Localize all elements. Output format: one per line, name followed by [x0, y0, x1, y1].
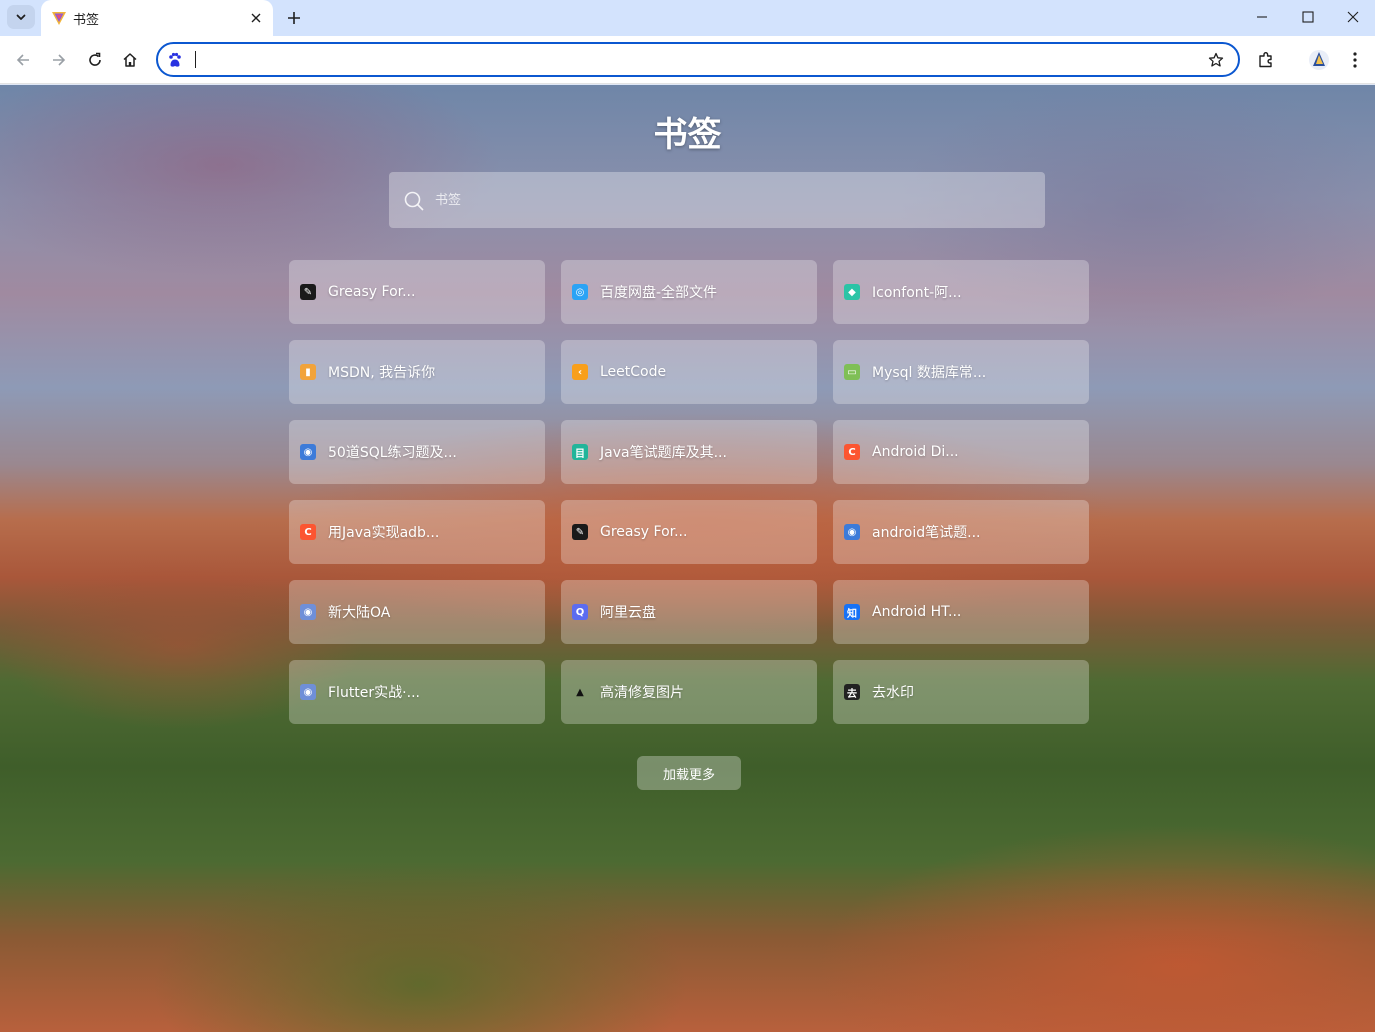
leetcode-icon: ‹	[572, 364, 588, 380]
bookmark-card[interactable]: ◉ 新大陆OA	[289, 580, 545, 644]
browser-toolbar	[0, 36, 1375, 84]
new-tab-button[interactable]	[282, 6, 306, 30]
menu-button[interactable]	[1342, 47, 1368, 73]
maximize-icon	[1302, 11, 1314, 23]
bookmark-card[interactable]: ✎ Greasy For...	[561, 500, 817, 564]
greasy-fork-icon: ✎	[300, 284, 316, 300]
bookmark-label: android笔试题...	[872, 525, 981, 541]
bookmark-label: Android HT...	[872, 604, 962, 620]
minimize-icon	[1257, 16, 1267, 18]
bookmark-card[interactable]: 目 Java笔试题库及其...	[561, 420, 817, 484]
bookmark-label: Iconfont-阿...	[872, 285, 962, 301]
bookmark-card[interactable]: ▮ MSDN, 我告诉你	[289, 340, 545, 404]
bookmark-label: 50道SQL练习题及...	[328, 445, 457, 461]
bookmark-card[interactable]: ‹ LeetCode	[561, 340, 817, 404]
bookmark-label: MSDN, 我告诉你	[328, 365, 436, 381]
close-window-button[interactable]	[1330, 0, 1375, 34]
more-vertical-icon	[1353, 52, 1357, 68]
greasy-fork-icon: ✎	[572, 524, 588, 540]
reload-button[interactable]	[82, 47, 108, 73]
bookmark-grid: ✎ Greasy For... ◎ 百度网盘-全部文件 ◆ Iconfont-阿... ▮ M…	[289, 260, 1089, 724]
java-quiz-icon: 目	[572, 444, 588, 460]
bookmark-card[interactable]: ◎ 百度网盘-全部文件	[561, 260, 817, 324]
vivaldi-style-icon	[51, 10, 67, 26]
bookmark-search-box[interactable]	[389, 172, 1045, 228]
address-input[interactable]	[196, 48, 1156, 71]
bookmark-label: Greasy For...	[600, 524, 688, 540]
bookmark-card[interactable]: ◉ 50道SQL练习题及...	[289, 420, 545, 484]
bookmark-search-input[interactable]	[435, 184, 1025, 216]
puzzle-icon	[1259, 52, 1272, 68]
bookmark-card[interactable]: 去去水印	[833, 660, 1089, 724]
csdn-icon: C	[300, 524, 316, 540]
baidu-paw-icon	[167, 52, 183, 68]
search-icon	[403, 190, 425, 212]
tab-search-button[interactable]	[7, 5, 35, 29]
arrow-right-icon	[53, 54, 66, 66]
close-icon	[1347, 11, 1359, 23]
active-tab[interactable]: 书签	[41, 0, 273, 36]
globe-icon: ◉	[300, 444, 316, 460]
bookmark-card[interactable]: ◉ android笔试题...	[833, 500, 1089, 564]
bookmark-label: Android Di...	[872, 444, 959, 460]
profile-avatar[interactable]	[1306, 47, 1332, 73]
bookmark-label: Greasy For...	[328, 284, 416, 300]
extensions-button[interactable]	[1253, 47, 1279, 73]
bookmark-card[interactable]: C 用Java实现adb...	[289, 500, 545, 564]
back-button[interactable]	[10, 47, 36, 73]
bookmark-card[interactable]: ◆ Iconfont-阿...	[833, 260, 1089, 324]
bookmark-card[interactable]: ✎ Greasy For...	[289, 260, 545, 324]
bookmark-card[interactable]: ◉ Flutter实战·...	[289, 660, 545, 724]
address-bar[interactable]	[156, 42, 1240, 77]
bookmark-label: Flutter实战·...	[328, 685, 420, 701]
bookmark-card[interactable]: ▲ 高清修复图片	[561, 660, 817, 724]
mysql-icon: ▭	[844, 364, 860, 380]
plus-icon	[288, 12, 300, 24]
chevron-down-icon	[16, 14, 26, 20]
home-button[interactable]	[117, 47, 143, 73]
triangle-icon: ▲	[576, 686, 584, 698]
zhihu-icon: 知	[844, 604, 860, 620]
page-title: 书签	[653, 115, 722, 155]
bookmark-label: LeetCode	[600, 364, 667, 380]
msdn-icon: ▮	[300, 364, 316, 380]
bookmark-card[interactable]: C Android Di...	[833, 420, 1089, 484]
maximize-button[interactable]	[1285, 0, 1331, 34]
aliyun-drive-icon: Q	[572, 604, 588, 620]
tab-title: 书签	[73, 11, 100, 27]
bookmark-label: Mysql 数据库常...	[872, 365, 987, 381]
bookmark-label: 阿里云盘	[600, 605, 656, 621]
bookmark-card[interactable]: 知 Android HT...	[833, 580, 1089, 644]
bookmark-card[interactable]: Q 阿里云盘	[561, 580, 817, 644]
minimize-button[interactable]	[1239, 0, 1285, 34]
globe-icon: ◉	[300, 684, 316, 700]
globe-icon: ◉	[844, 524, 860, 540]
csdn-icon: C	[844, 444, 860, 460]
load-more-button[interactable]: 加载更多	[637, 756, 741, 790]
bookmark-label: 百度网盘-全部文件	[600, 285, 718, 301]
baidu-netdisk-icon: ◎	[572, 284, 588, 300]
iconfont-icon: ◆	[844, 284, 860, 300]
home-icon	[123, 53, 137, 67]
bookmark-label: 用Java实现adb...	[328, 525, 440, 541]
new-tab-page: 书签 ✎ Greasy For... ◎ 百度网盘-全部文件 ◆ Iconfont-阿..…	[0, 85, 1375, 1032]
forward-button[interactable]	[46, 47, 72, 73]
tab-strip: 书签	[0, 0, 1375, 36]
bookmark-card[interactable]: ▭ Mysql 数据库常...	[833, 340, 1089, 404]
bookmark-label: 新大陆OA	[328, 605, 391, 621]
close-icon[interactable]	[247, 9, 265, 27]
watermark-icon: 去	[844, 684, 860, 700]
bookmark-star-icon[interactable]	[1206, 50, 1226, 70]
bookmark-label: Java笔试题库及其...	[600, 445, 727, 461]
arrow-left-icon	[16, 54, 29, 66]
bookmark-label: 高清修复图片	[600, 685, 684, 701]
bookmark-label: 去水印	[872, 685, 914, 701]
reload-icon	[89, 52, 101, 66]
globe-icon: ◉	[300, 604, 316, 620]
avatar-icon	[1309, 50, 1329, 70]
